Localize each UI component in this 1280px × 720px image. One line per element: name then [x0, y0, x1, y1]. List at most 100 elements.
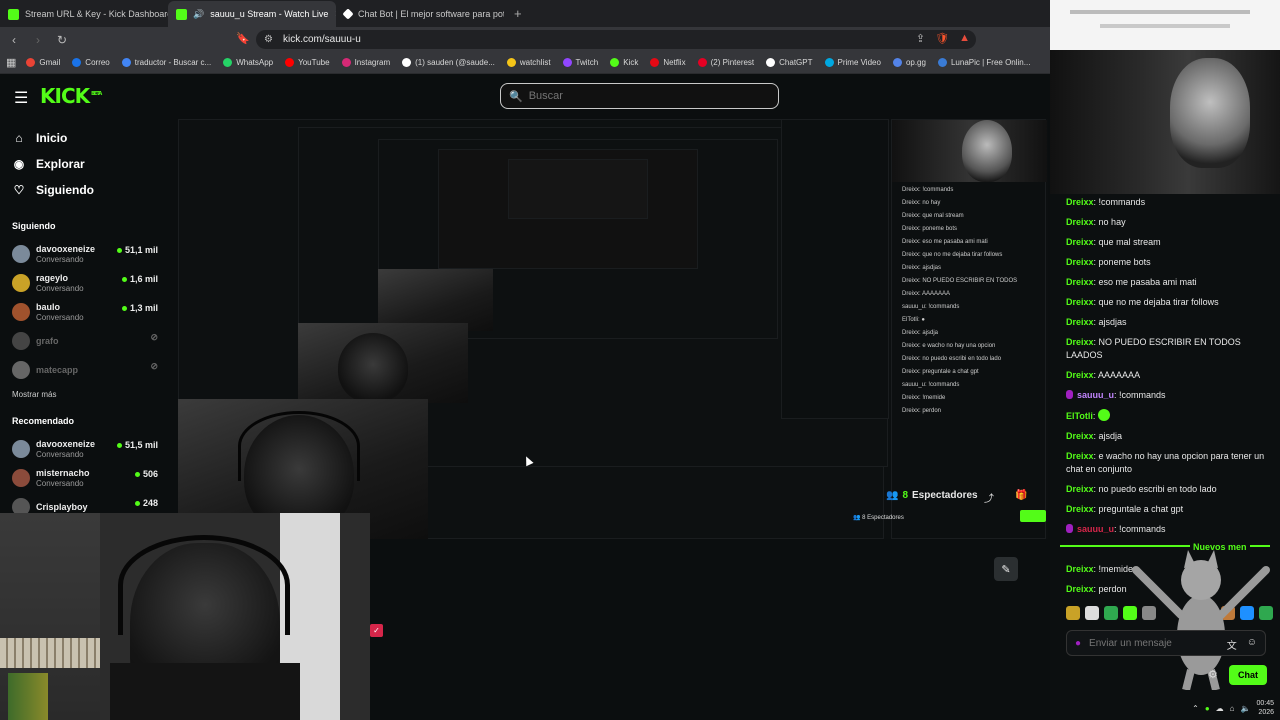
channel-text: matecapp: [36, 365, 78, 375]
bookmark-item[interactable]: (2) Pinterest: [692, 58, 761, 67]
chat-input[interactable]: [1089, 637, 1200, 649]
avatar: [12, 439, 30, 458]
kick-favicon-icon: [176, 8, 187, 20]
show-more-link[interactable]: Mostrar más: [0, 390, 172, 406]
chat-username[interactable]: Dreixx: [1066, 297, 1094, 307]
channel-item[interactable]: davooxeneize Conversando 51,1 mil: [0, 239, 172, 268]
bookmark-item[interactable]: WhatsApp: [217, 58, 279, 67]
emote-icon[interactable]: [1066, 606, 1080, 620]
chat-input-box[interactable]: ● 文 ☺: [1066, 630, 1266, 656]
emote-icon[interactable]: [1085, 606, 1099, 620]
rewards-icon[interactable]: ▲: [959, 32, 970, 45]
bookmark-item[interactable]: YouTube: [279, 58, 335, 67]
bookmark-item[interactable]: op.gg: [887, 58, 932, 67]
bookmark-label: Instagram: [354, 58, 391, 67]
logo-beta: BETA: [91, 91, 102, 98]
reload-icon[interactable]: ↻: [52, 33, 72, 47]
nested-face-video: [892, 120, 1047, 182]
chat-username[interactable]: Dreixx: [1066, 584, 1094, 594]
bookmark-item[interactable]: traductor - Buscar c...: [116, 58, 217, 67]
chat-username[interactable]: Dreixx: [1066, 317, 1094, 327]
apps-icon[interactable]: ▦: [6, 56, 16, 69]
chat-text: que no me dejaba tirar follows: [1098, 297, 1219, 307]
cloud-icon[interactable]: ☁: [1216, 704, 1224, 713]
channel-item[interactable]: davooxeneize Conversando 51,5 mil: [0, 434, 172, 463]
bookmark-item[interactable]: Correo: [66, 58, 115, 67]
bookmark-item[interactable]: Twitch: [557, 58, 605, 67]
edit-stream-button[interactable]: ✎: [994, 557, 1018, 581]
nav-siguiendo[interactable]: ♡ Siguiendo: [0, 177, 172, 203]
chat-username[interactable]: Dreixx: [1066, 564, 1094, 574]
bookmark-item[interactable]: Netflix: [644, 58, 691, 67]
nav-inicio[interactable]: ⌂ Inicio: [0, 125, 172, 151]
chat-username[interactable]: Dreixx: [1066, 431, 1094, 441]
brave-shield-icon[interactable]: 🛡: [935, 32, 949, 45]
chevron-up-icon[interactable]: ⌃: [1192, 704, 1199, 713]
chat-message: Dreixx: preguntale a chat gpt: [1066, 503, 1278, 516]
channel-item[interactable]: grafo ⊘: [0, 326, 172, 355]
bookmark-favicon-icon: [892, 58, 902, 67]
spotify-icon[interactable]: ●: [1205, 704, 1210, 713]
viewer-count: 506: [142, 469, 158, 479]
chat-username[interactable]: Dreixx: [1066, 484, 1094, 494]
bookmark-item[interactable]: LunaPic | Free Onlin...: [932, 58, 1036, 67]
stream-player[interactable]: Dreixx: !commands Dreixx: no hay Dreixx: q…: [178, 119, 1048, 539]
gift-icon[interactable]: 🎁: [1015, 490, 1027, 501]
tab-chat-bot[interactable]: Chat Bot | El mejor software para pot ✕: [336, 1, 504, 27]
bookmark-label: Twitch: [575, 58, 599, 67]
tab-kick-dashboard[interactable]: Stream URL & Key - Kick Dashboard: [0, 1, 168, 27]
tray-clock[interactable]: 00:45 2026: [1256, 699, 1274, 717]
translate-icon[interactable]: 文: [1227, 637, 1237, 652]
network-icon[interactable]: ⌂: [1230, 704, 1235, 713]
new-tab-button[interactable]: +: [504, 1, 532, 27]
chat-username[interactable]: sauuu_u: [1077, 524, 1114, 534]
bookmark-item[interactable]: ChatGPT: [760, 58, 818, 67]
channel-name: grafo: [36, 335, 59, 346]
send-chat-button[interactable]: Chat: [1229, 665, 1267, 685]
back-icon[interactable]: ‹: [4, 33, 24, 47]
chat-username[interactable]: Dreixx: [1066, 337, 1094, 347]
chat-username[interactable]: Dreixx: [1066, 451, 1094, 461]
live-dot-icon: [121, 305, 127, 311]
kick-logo[interactable]: KICK BETA: [40, 84, 102, 108]
notification-badge[interactable]: ✓: [370, 624, 383, 637]
forward-icon[interactable]: ›: [28, 33, 48, 47]
channel-category: Conversando: [36, 312, 84, 322]
chat-username[interactable]: sauuu_u: [1077, 390, 1114, 400]
emoji-icon[interactable]: ☺: [1247, 637, 1257, 652]
emote-icon[interactable]: [1104, 606, 1118, 620]
chat-username[interactable]: Dreixx: [1066, 370, 1094, 380]
bookmark-item[interactable]: Prime Video: [819, 58, 887, 67]
chat-username[interactable]: Dreixx: [1066, 257, 1094, 267]
bookmark-item[interactable]: (1) sauden (@saude...: [396, 58, 501, 67]
site-info-icon[interactable]: ⚙: [264, 34, 273, 45]
menu-icon[interactable]: ☰: [14, 88, 28, 108]
chat-username[interactable]: Dreixx: [1066, 504, 1094, 514]
volume-icon[interactable]: 🔈: [1241, 704, 1251, 713]
search-input[interactable]: [528, 90, 759, 102]
chat-username[interactable]: Dreixx: [1066, 197, 1094, 207]
share-icon[interactable]: ⤴: [984, 490, 994, 505]
search-box[interactable]: 🔍: [500, 83, 779, 109]
bookmark-icon[interactable]: 🔖: [236, 32, 250, 45]
channel-item[interactable]: misternacho Conversando 506: [0, 463, 172, 492]
share-icon[interactable]: ⇪: [916, 32, 925, 45]
bookmark-item[interactable]: watchlist: [501, 58, 557, 67]
settings-gear-icon[interactable]: ⚙: [1208, 668, 1218, 681]
nav-explorar[interactable]: ◉ Explorar: [0, 151, 172, 177]
address-bar[interactable]: ⚙ kick.com/sauuu-u ⇪ 🛡 ▲: [256, 30, 976, 49]
channel-item[interactable]: matecapp ⊘: [0, 355, 172, 384]
bookmark-item[interactable]: Instagram: [336, 58, 397, 67]
chat-username[interactable]: Dreixx: [1066, 277, 1094, 287]
chat-username[interactable]: Dreixx: [1066, 217, 1094, 227]
bookmark-item[interactable]: Gmail: [20, 58, 66, 67]
channel-text: misternacho Conversando: [36, 468, 90, 488]
channel-item[interactable]: baulo Conversando 1,3 mil: [0, 297, 172, 326]
bookmark-favicon-icon: [697, 58, 707, 67]
chat-username[interactable]: Dreixx: [1066, 237, 1094, 247]
channel-item[interactable]: rageylo Conversando 1,6 mil: [0, 268, 172, 297]
chat-username[interactable]: ElTotli: [1066, 411, 1093, 421]
pencil-icon: ✎: [1001, 563, 1011, 576]
bookmark-item[interactable]: Kick: [604, 58, 644, 67]
tab-watch-live[interactable]: 🔊 sauuu_u Stream - Watch Live ✕: [168, 1, 336, 27]
